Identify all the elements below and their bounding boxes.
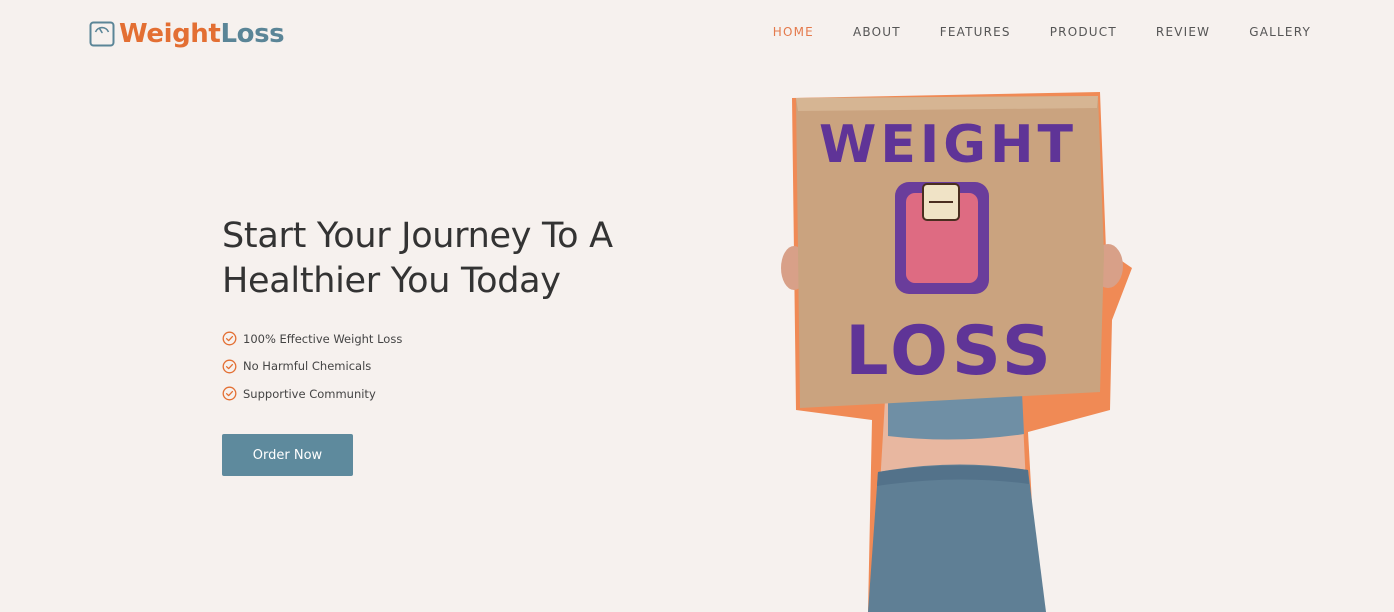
brand-logo[interactable]: WeightLoss xyxy=(89,17,285,51)
hero-title: Start Your Journey To A Healthier You To… xyxy=(222,214,742,304)
hero-title-line2: Healthier You Today xyxy=(222,261,561,301)
feature-text: Supportive Community xyxy=(243,386,376,401)
feature-item: No Harmful Chemicals xyxy=(222,353,402,381)
check-circle-icon xyxy=(222,359,237,374)
nav-product[interactable]: PRODUCT xyxy=(1050,25,1117,39)
check-circle-icon xyxy=(222,386,237,401)
nav-about[interactable]: ABOUT xyxy=(853,25,901,39)
svg-text:LOSS: LOSS xyxy=(845,312,1055,391)
order-now-button[interactable]: Order Now xyxy=(222,434,353,476)
scale-icon xyxy=(89,21,115,47)
brand-name: WeightLoss xyxy=(119,19,285,49)
check-circle-icon xyxy=(222,331,237,346)
nav-home[interactable]: HOME xyxy=(773,25,814,39)
hero-image: WEIGHT LOSS xyxy=(760,80,1160,612)
feature-text: 100% Effective Weight Loss xyxy=(243,331,403,346)
hero-title-line1: Start Your Journey To A xyxy=(222,216,613,256)
feature-item: 100% Effective Weight Loss xyxy=(222,325,402,353)
feature-text: No Harmful Chemicals xyxy=(243,359,372,374)
nav-review[interactable]: REVIEW xyxy=(1156,25,1210,39)
feature-item: Supportive Community xyxy=(222,380,402,408)
brand-name-part2: Loss xyxy=(220,19,285,49)
nav-gallery[interactable]: GALLERY xyxy=(1249,25,1311,39)
feature-list: 100% Effective Weight Loss No Harmful Ch… xyxy=(222,325,402,408)
brand-name-part1: Weight xyxy=(119,19,221,49)
main-nav: HOME ABOUT FEATURES PRODUCT REVIEW GALLE… xyxy=(773,25,1311,39)
nav-features[interactable]: FEATURES xyxy=(940,25,1011,39)
svg-text:WEIGHT: WEIGHT xyxy=(819,115,1077,175)
